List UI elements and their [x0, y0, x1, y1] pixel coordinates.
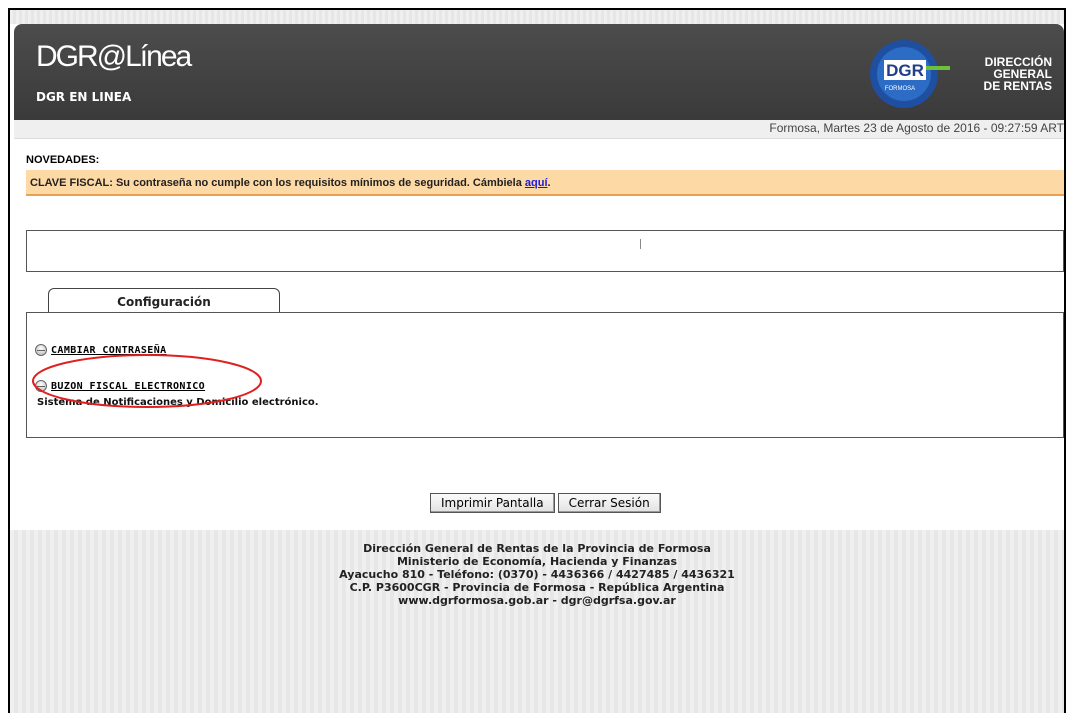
option-change-password: CAMBIAR CONTRASEÑA — [35, 343, 167, 357]
tab-configuracion[interactable]: Configuración — [48, 288, 280, 312]
footer-line-4: C.P. P3600CGR - Provincia de Formosa - R… — [349, 581, 725, 594]
footer-line-5: www.dgrformosa.gob.ar - dgr@dgrfsa.gov.a… — [398, 594, 676, 607]
org-name-line-3: DE RENTAS — [984, 79, 1052, 93]
message-box — [26, 230, 1064, 272]
site-footer: Dirección General de Rentas de la Provin… — [10, 530, 1064, 713]
configuration-panel: CAMBIAR CONTRASEÑA BUZON FISCAL ELECTRON… — [26, 312, 1064, 438]
browser-page: DGR@Línea DGR EN LINEA DGR FORMOSA DIREC… — [8, 8, 1066, 713]
site-header: DGR@Línea DGR EN LINEA DGR FORMOSA DIREC… — [14, 24, 1064, 120]
footer-info: Dirección General de Rentas de la Provin… — [10, 542, 1064, 607]
dgr-logo: DGR FORMOSA DIRECCIÓN GENERAL DE RENTAS — [870, 40, 1052, 108]
footer-line-3: Ayacucho 810 - Teléfono: (0370) - 443636… — [339, 568, 735, 581]
logo-subtext: FORMOSA — [885, 86, 915, 92]
text-caret — [640, 239, 641, 249]
footer-line-1: Dirección General de Rentas de la Provin… — [363, 542, 711, 555]
alert-text: CLAVE FISCAL: Su contraseña no cumple co… — [30, 177, 525, 189]
print-screen-button[interactable]: Imprimir Pantalla — [430, 493, 555, 513]
password-alert: CLAVE FISCAL: Su contraseña no cumple co… — [26, 170, 1064, 196]
change-password-option-link[interactable]: CAMBIAR CONTRASEÑA — [51, 345, 167, 356]
fiscal-mailbox-description: Sistema de Notificaciones y Domicilio el… — [37, 397, 319, 408]
top-strip — [10, 10, 1064, 24]
bullet-icon — [35, 344, 47, 356]
current-date-time: Formosa, Martes 23 de Agosto de 2016 - 0… — [769, 121, 1064, 135]
bullet-icon — [35, 380, 47, 392]
site-subtitle: DGR EN LINEA — [36, 90, 132, 104]
news-heading: NOVEDADES: — [26, 154, 100, 166]
change-password-link[interactable]: aquí — [525, 177, 548, 189]
footer-line-2: Ministerio de Economía, Hacienda y Finan… — [396, 555, 678, 568]
option-fiscal-mailbox: BUZON FISCAL ELECTRONICO — [35, 379, 205, 393]
logout-button[interactable]: Cerrar Sesión — [557, 493, 661, 513]
alert-end: . — [547, 177, 551, 189]
logo-green-bar — [926, 66, 950, 70]
site-title: DGR@Línea — [36, 40, 192, 73]
action-buttons: Imprimir Pantalla Cerrar Sesión — [430, 493, 661, 515]
logo-text: DGR — [886, 61, 924, 80]
date-bar: Formosa, Martes 23 de Agosto de 2016 - 0… — [14, 120, 1064, 139]
fiscal-mailbox-link[interactable]: BUZON FISCAL ELECTRONICO — [51, 381, 205, 392]
